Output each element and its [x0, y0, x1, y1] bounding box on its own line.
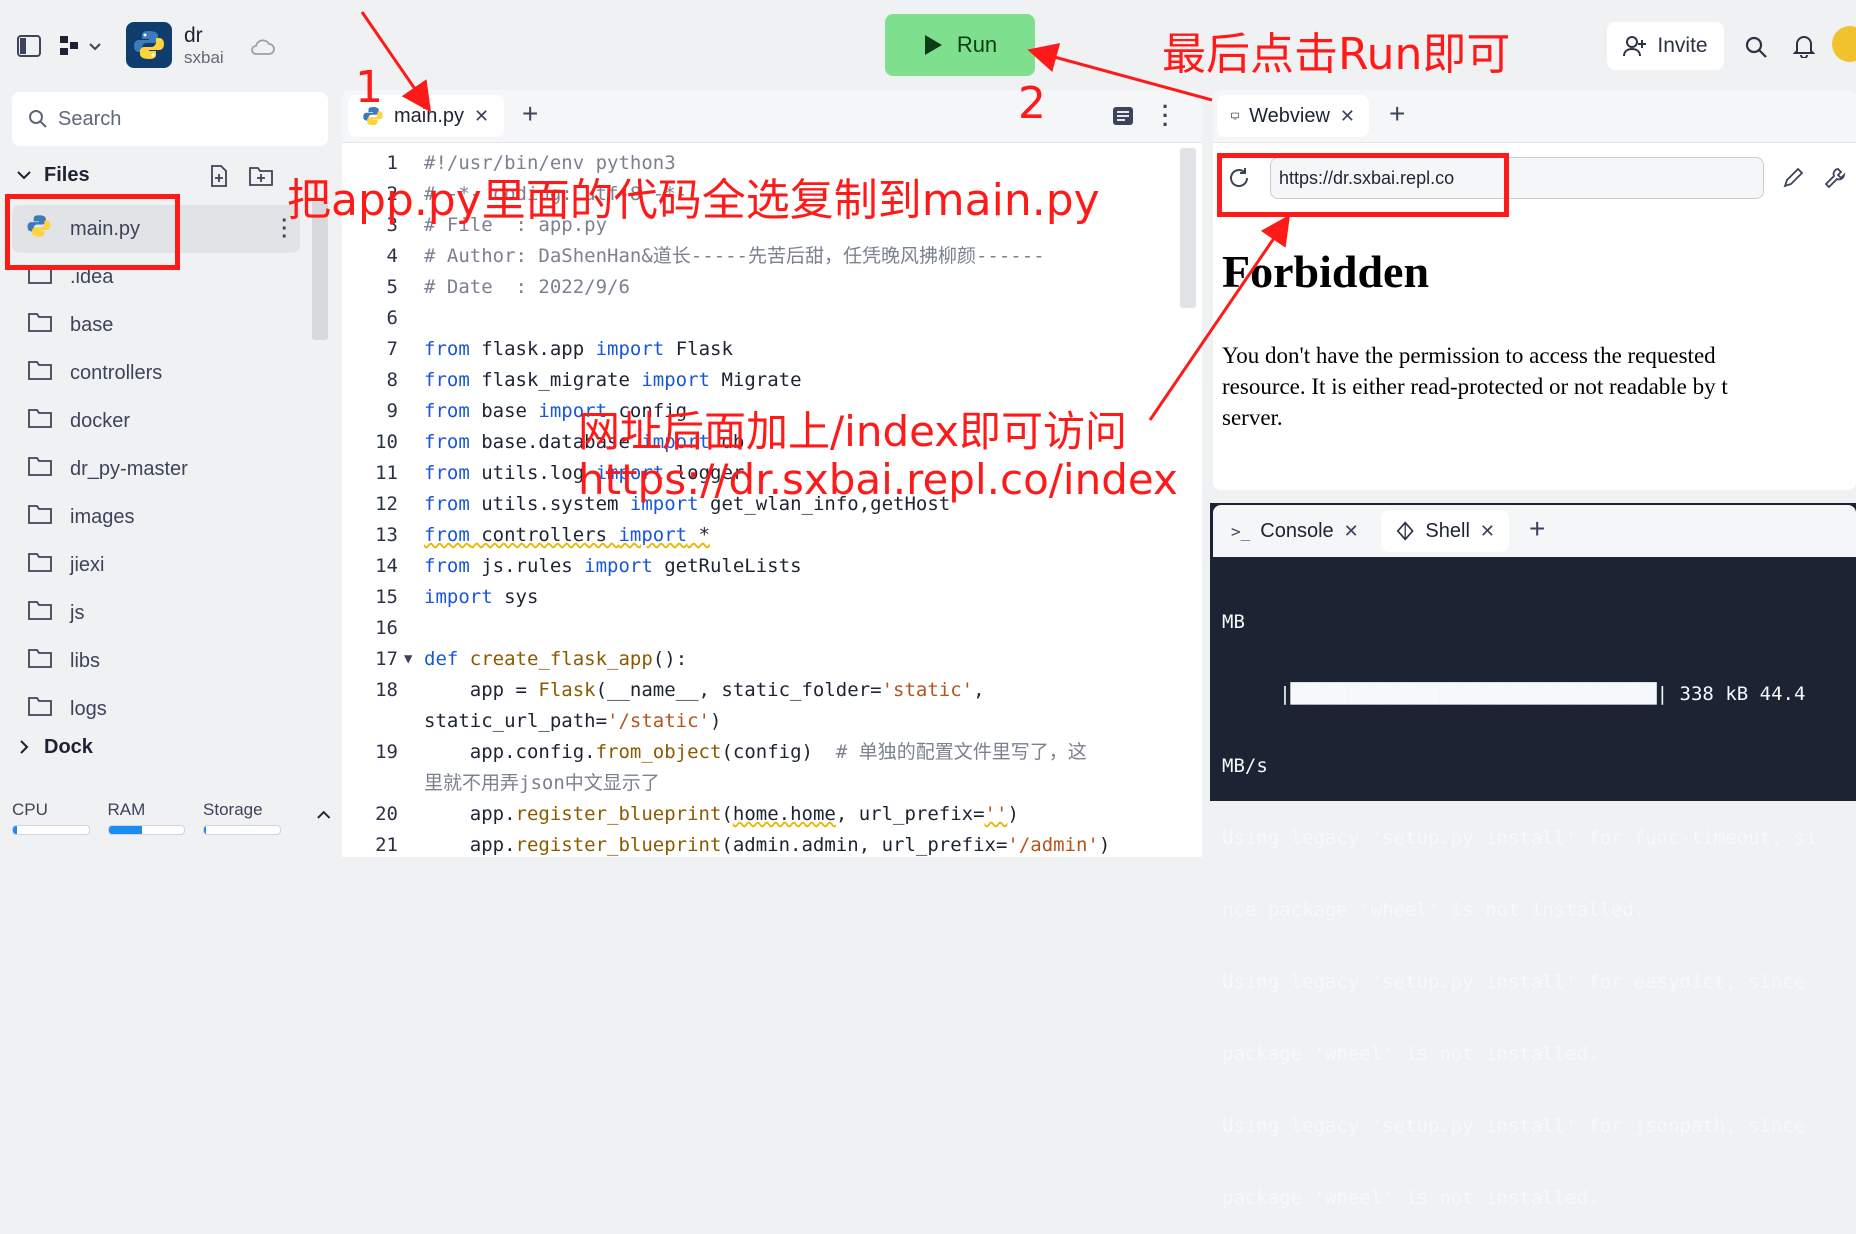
url-instruction: 网址后面加上/index即可访问	[578, 407, 1128, 456]
url-example: https://dr.sxbai.repl.co/index	[578, 455, 1178, 504]
copy-instruction: 把app.py里面的代码全选复制到main.py	[287, 175, 1100, 226]
arrow-to-url	[1148, 214, 1291, 421]
step-1-label: 1	[355, 62, 383, 113]
run-instruction: 最后点击Run即可	[1162, 29, 1511, 80]
shell-line: package 'wheel' is not installed.	[1222, 1043, 1600, 1065]
shell-line: Using legacy 'setup.py install' for json…	[1222, 1115, 1806, 1137]
shell-line: nce package 'wheel' is not installed.	[1222, 899, 1646, 921]
step-2-label: 2	[1018, 78, 1046, 129]
shell-line: package 'wheel' is not installed.	[1222, 1187, 1600, 1209]
shell-line: Using legacy 'setup.py install' for easy…	[1222, 971, 1806, 993]
